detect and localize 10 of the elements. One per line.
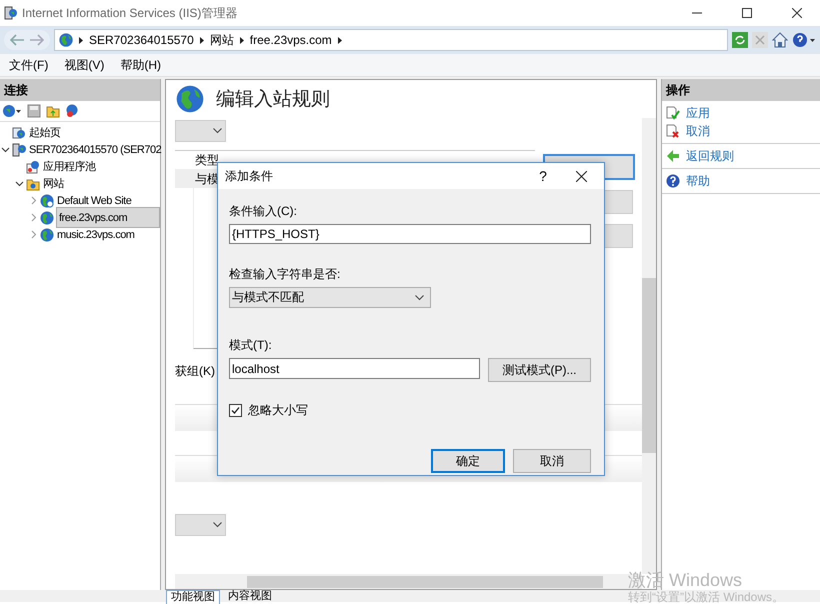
dialog-title: 添加条件 <box>225 168 274 184</box>
window-title: Internet Information Services (IIS)管理器 <box>22 4 238 22</box>
field-label: 获组(K) <box>175 363 215 380</box>
activation-hint: 转到“设置”以激活 Windows。 <box>628 590 784 604</box>
field-label: 条件输入(C): <box>229 203 298 220</box>
pane-header: 操作 <box>662 79 820 101</box>
field-label: 模式(T): <box>229 337 273 354</box>
field-label: 检查输入字符串是否: <box>229 266 342 283</box>
pane-header: 连接 <box>0 79 160 101</box>
page-title: 编辑入站规则 <box>216 88 330 112</box>
